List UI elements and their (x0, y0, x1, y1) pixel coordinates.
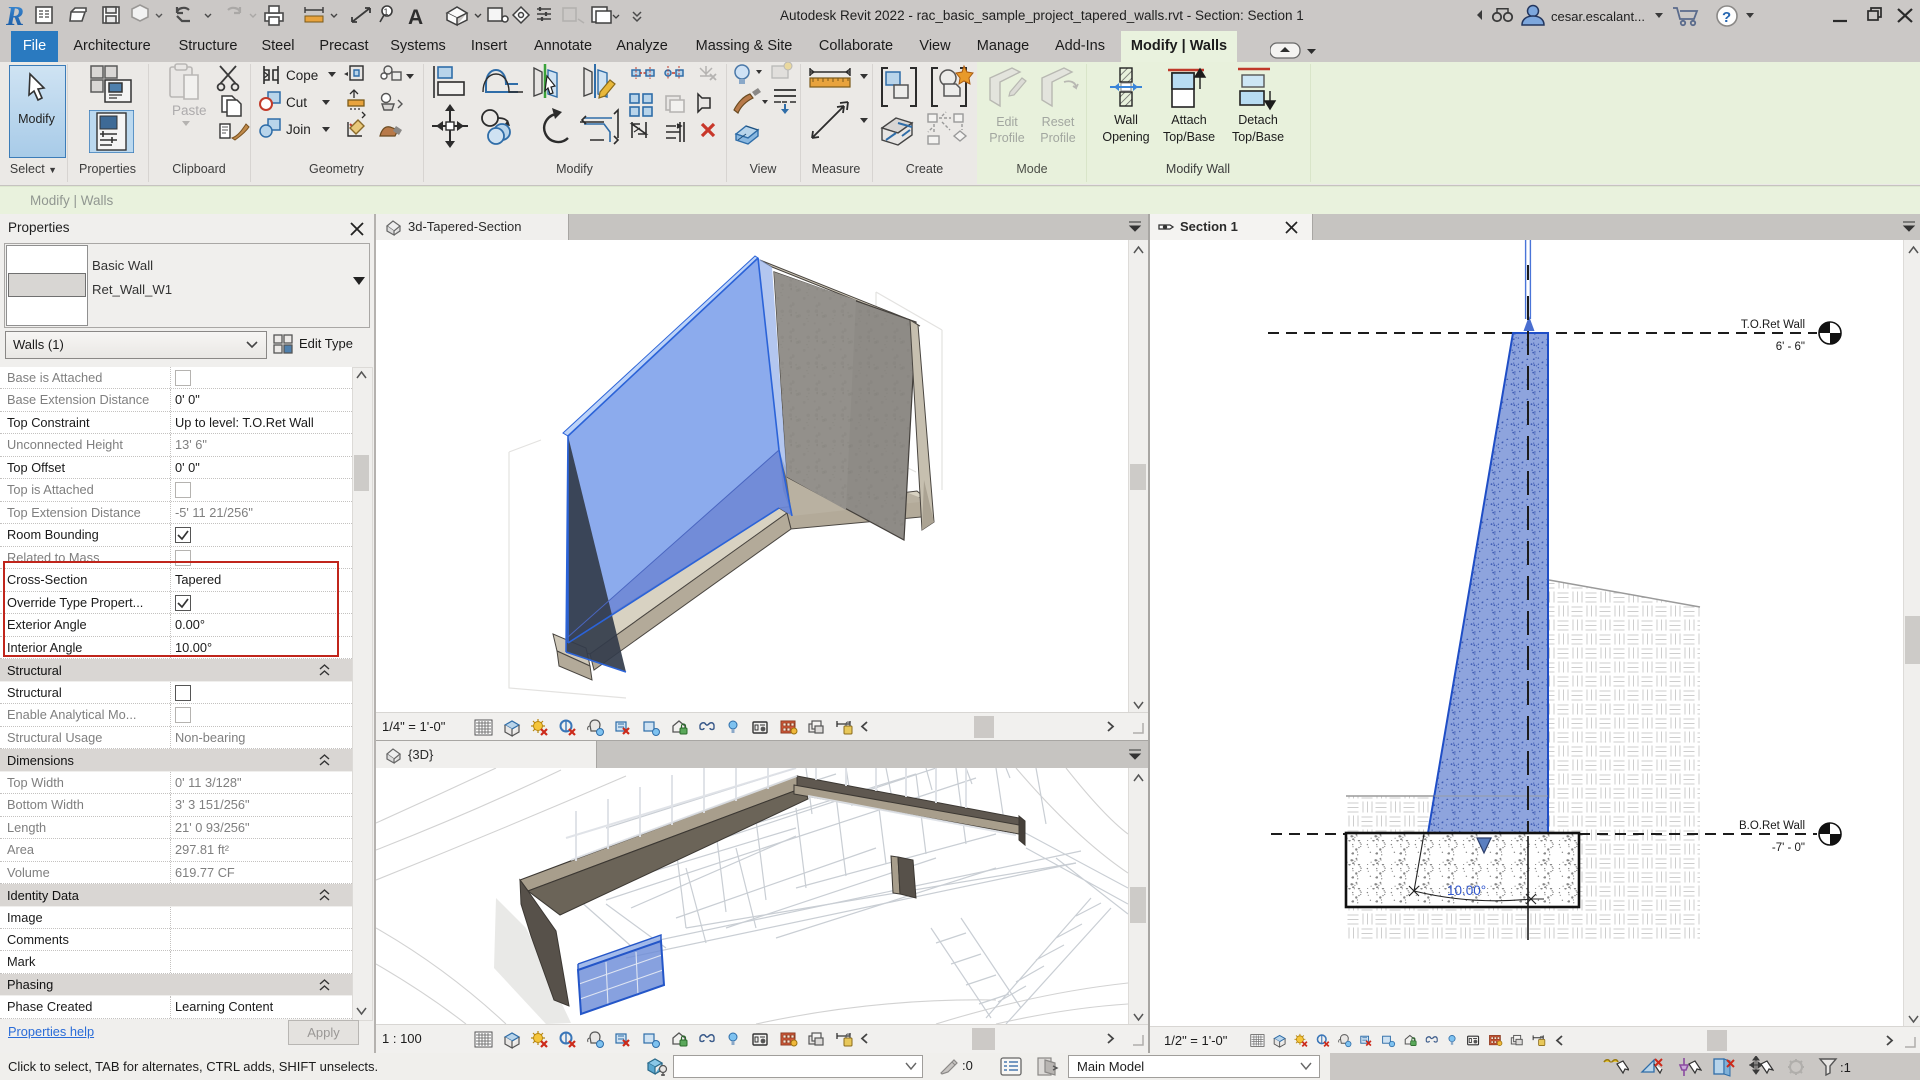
svg-text:Autodesk Revit 2022 - rac_basi: Autodesk Revit 2022 - rac_basic_sample_p… (780, 8, 1304, 23)
svg-text:?: ? (1722, 9, 1731, 26)
svg-text:Cut: Cut (286, 95, 307, 110)
svg-text:T.O.Ret Wall: T.O.Ret Wall (1741, 319, 1805, 331)
svg-text:-7' - 0": -7' - 0" (1772, 842, 1805, 854)
svg-text:6' - 6": 6' - 6" (1776, 341, 1805, 353)
svg-text:A: A (408, 6, 423, 29)
svg-text:Join: Join (286, 122, 311, 137)
svg-text:B.O.Ret Wall: B.O.Ret Wall (1739, 820, 1805, 832)
svg-text:Cope: Cope (286, 68, 318, 83)
svg-text:R: R (5, 1, 24, 31)
svg-text:Paste: Paste (172, 103, 206, 118)
svg-text::1: :1 (1840, 1060, 1851, 1075)
svg-text:10.00°: 10.00° (1447, 883, 1486, 898)
svg-text:cesar.escalant...: cesar.escalant... (1551, 9, 1645, 24)
